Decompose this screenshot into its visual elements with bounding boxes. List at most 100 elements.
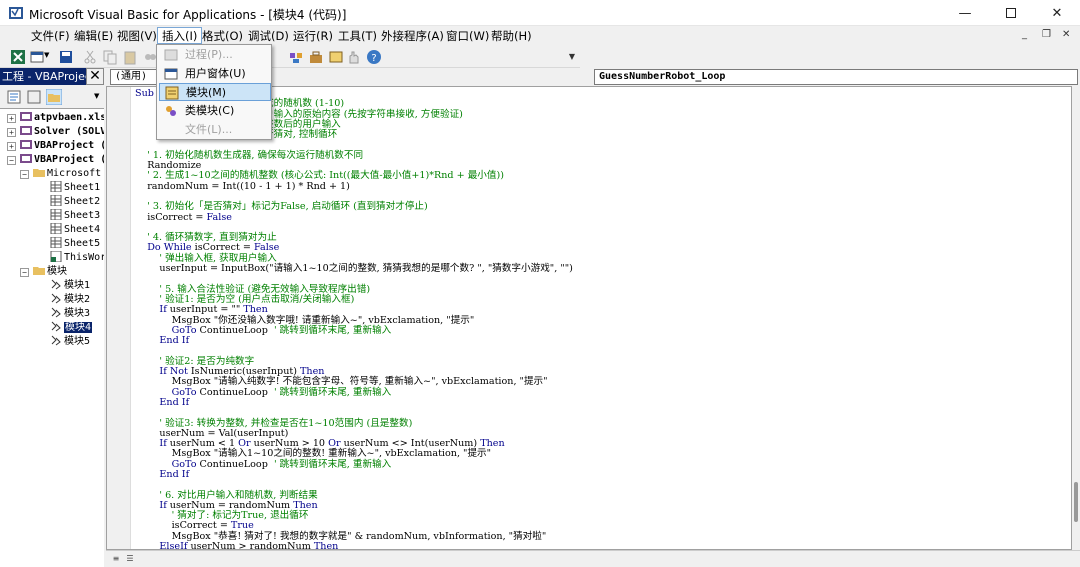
tree-item-module5[interactable]: 模块5	[50, 335, 90, 349]
mdi-close-button[interactable]: ✕	[1062, 29, 1070, 40]
module-icon	[165, 86, 179, 100]
tree-item-sheet5[interactable]: Sheet5	[50, 237, 100, 251]
vertical-scrollbar-thumb[interactable]	[1074, 482, 1078, 522]
toggle-folders-icon[interactable]	[46, 89, 62, 105]
mdi-minimize-button[interactable]: _	[1022, 29, 1027, 40]
procedure-dropdown[interactable]: GuessNumberRobot_Loop	[594, 69, 1078, 85]
code-line[interactable]: If userInput = "" Then	[135, 304, 573, 315]
code-line[interactable]: randomNum = Int((10 - 1 + 1) * Rnd + 1)	[135, 181, 573, 192]
mdi-restore-button[interactable]: ❐	[1042, 29, 1051, 40]
expand-icon[interactable]: +	[7, 114, 16, 123]
tree-item-vbaproject-1[interactable]: VBAProject (	[20, 139, 104, 153]
collapse-icon[interactable]: −	[20, 170, 29, 179]
sheet-icon	[50, 195, 62, 206]
properties-icon[interactable]	[328, 49, 344, 65]
expand-icon[interactable]: +	[7, 128, 16, 137]
menu-file[interactable]: 文件(F)	[27, 28, 74, 45]
code-text[interactable]: Sub G ' 机器生成的随机数 (1-10) ' 存储用户输入的原始内容 (先…	[135, 88, 573, 549]
tree-item-sheet2[interactable]: Sheet2	[50, 195, 100, 209]
vba-project-icon	[20, 112, 32, 121]
vba-project-icon	[20, 126, 32, 135]
code-line[interactable]: GoTo ContinueLoop ' 跳转到循环末尾, 重新输入	[135, 459, 573, 470]
full-module-view-icon[interactable]: ☰	[124, 553, 136, 565]
tree-item-module1[interactable]: 模块1	[50, 279, 90, 293]
tree-item-module2[interactable]: 模块2	[50, 293, 90, 307]
menu-item-module[interactable]: 模块(M)	[159, 83, 271, 101]
expand-icon[interactable]: +	[7, 142, 16, 151]
close-icon: ✕	[1051, 5, 1063, 21]
close-button[interactable]: ✕	[1034, 0, 1080, 26]
view-code-icon[interactable]	[6, 89, 22, 105]
menu-bar: 文件(F) 编辑(E) 视图(V) 插入(I) 格式(O) 调试(D) 运行(R…	[0, 26, 1080, 46]
svg-text:?: ?	[371, 53, 376, 64]
tree-folder-objects[interactable]: Microsoft	[33, 167, 101, 181]
code-line[interactable]	[135, 408, 573, 418]
tree-item-sheet3[interactable]: Sheet3	[50, 209, 100, 223]
cut-icon[interactable]	[82, 49, 98, 65]
tree-item-vbaproject-2[interactable]: VBAProject (	[20, 153, 104, 167]
toolbox-icon[interactable]	[308, 49, 324, 65]
vba-app-icon	[9, 7, 23, 19]
menu-window[interactable]: 窗口(W)	[442, 28, 493, 45]
tree-item-atpvbaen[interactable]: atpvbaen.xls	[20, 111, 104, 125]
tree-item-sheet1[interactable]: Sheet1	[50, 181, 100, 195]
hand-icon[interactable]	[346, 49, 362, 65]
project-pane-close-button[interactable]: ✕	[86, 68, 104, 85]
code-line[interactable]: GoTo ContinueLoop ' 跳转到循环末尾, 重新输入	[135, 387, 573, 398]
tree-item-sheet4[interactable]: Sheet4	[50, 223, 100, 237]
menu-debug[interactable]: 调试(D)	[244, 28, 293, 45]
project-tree: + atpvbaen.xls + Solver (SOLV + VBAProje…	[0, 108, 104, 567]
horizontal-scrollbar[interactable]: ≡ ☰	[106, 550, 1080, 567]
menu-edit[interactable]: 编辑(E)	[70, 28, 117, 45]
code-line[interactable]: End If	[135, 335, 573, 346]
menu-insert[interactable]: 插入(I)	[157, 27, 203, 44]
class-module-icon	[166, 106, 176, 116]
chevron-down-icon[interactable]: ▼	[94, 92, 99, 100]
toolbar-options-icon[interactable]: ▼	[566, 48, 578, 66]
sheet-icon	[50, 209, 62, 220]
sheet-icon	[50, 237, 62, 248]
collapse-icon[interactable]: −	[20, 268, 29, 277]
tree-item-module3[interactable]: 模块3	[50, 307, 90, 321]
workbook-icon	[50, 251, 62, 262]
chevron-down-icon[interactable]: ▼	[44, 51, 49, 59]
menu-format[interactable]: 格式(O)	[198, 28, 247, 45]
view-excel-icon[interactable]	[10, 49, 26, 65]
menu-item-userform[interactable]: 用户窗体(U)	[159, 65, 271, 83]
code-line[interactable]: isCorrect = False	[135, 212, 573, 223]
code-line[interactable]: userInput = InputBox("请输入1~10之间的整数, 猜猜我想…	[135, 263, 573, 274]
minimize-button[interactable]: —	[942, 0, 988, 26]
object-browser-icon[interactable]	[288, 49, 304, 65]
maximize-button[interactable]	[988, 0, 1034, 26]
folder-icon	[33, 267, 45, 275]
tree-folder-modules[interactable]: 模块	[33, 265, 67, 279]
vba-project-icon	[20, 154, 32, 163]
object-dropdown[interactable]: (通用)	[110, 69, 160, 85]
menu-item-file[interactable]: 文件(L)...	[159, 121, 271, 139]
collapse-icon[interactable]: −	[7, 156, 16, 165]
menu-run[interactable]: 运行(R)	[289, 28, 337, 45]
margin-indicator-bar[interactable]	[107, 87, 131, 549]
save-icon[interactable]	[58, 49, 74, 65]
code-line[interactable]: End If	[135, 397, 573, 408]
tree-item-thisworkbook[interactable]: ThisWor	[50, 251, 104, 265]
menu-item-class-module[interactable]: 类模块(C)	[159, 102, 271, 120]
menu-view[interactable]: 视图(V)	[113, 28, 161, 45]
code-line[interactable]: GoTo ContinueLoop ' 跳转到循环末尾, 重新输入	[135, 325, 573, 336]
menu-addins[interactable]: 外接程序(A)	[377, 28, 448, 45]
vertical-scrollbar[interactable]	[1072, 86, 1080, 550]
view-object-icon[interactable]	[26, 89, 42, 105]
help-icon[interactable]: ?	[366, 49, 382, 65]
paste-icon[interactable]	[122, 49, 138, 65]
code-line[interactable]: ElseIf userNum > randomNum Then	[135, 541, 573, 549]
tree-item-solver[interactable]: Solver (SOLV	[20, 125, 104, 139]
maximize-icon	[1006, 8, 1016, 18]
procedure-view-icon[interactable]: ≡	[110, 553, 122, 565]
menu-help[interactable]: 帮助(H)	[487, 28, 536, 45]
menu-tools[interactable]: 工具(T)	[334, 28, 381, 45]
copy-icon[interactable]	[102, 49, 118, 65]
tree-item-module4-selected[interactable]: 模块4	[50, 321, 93, 335]
code-editor[interactable]: Sub G ' 机器生成的随机数 (1-10) ' 存储用户输入的原始内容 (先…	[106, 86, 1072, 550]
menu-item-procedure[interactable]: 过程(P)...	[159, 46, 271, 64]
code-line[interactable]: End If	[135, 469, 573, 480]
